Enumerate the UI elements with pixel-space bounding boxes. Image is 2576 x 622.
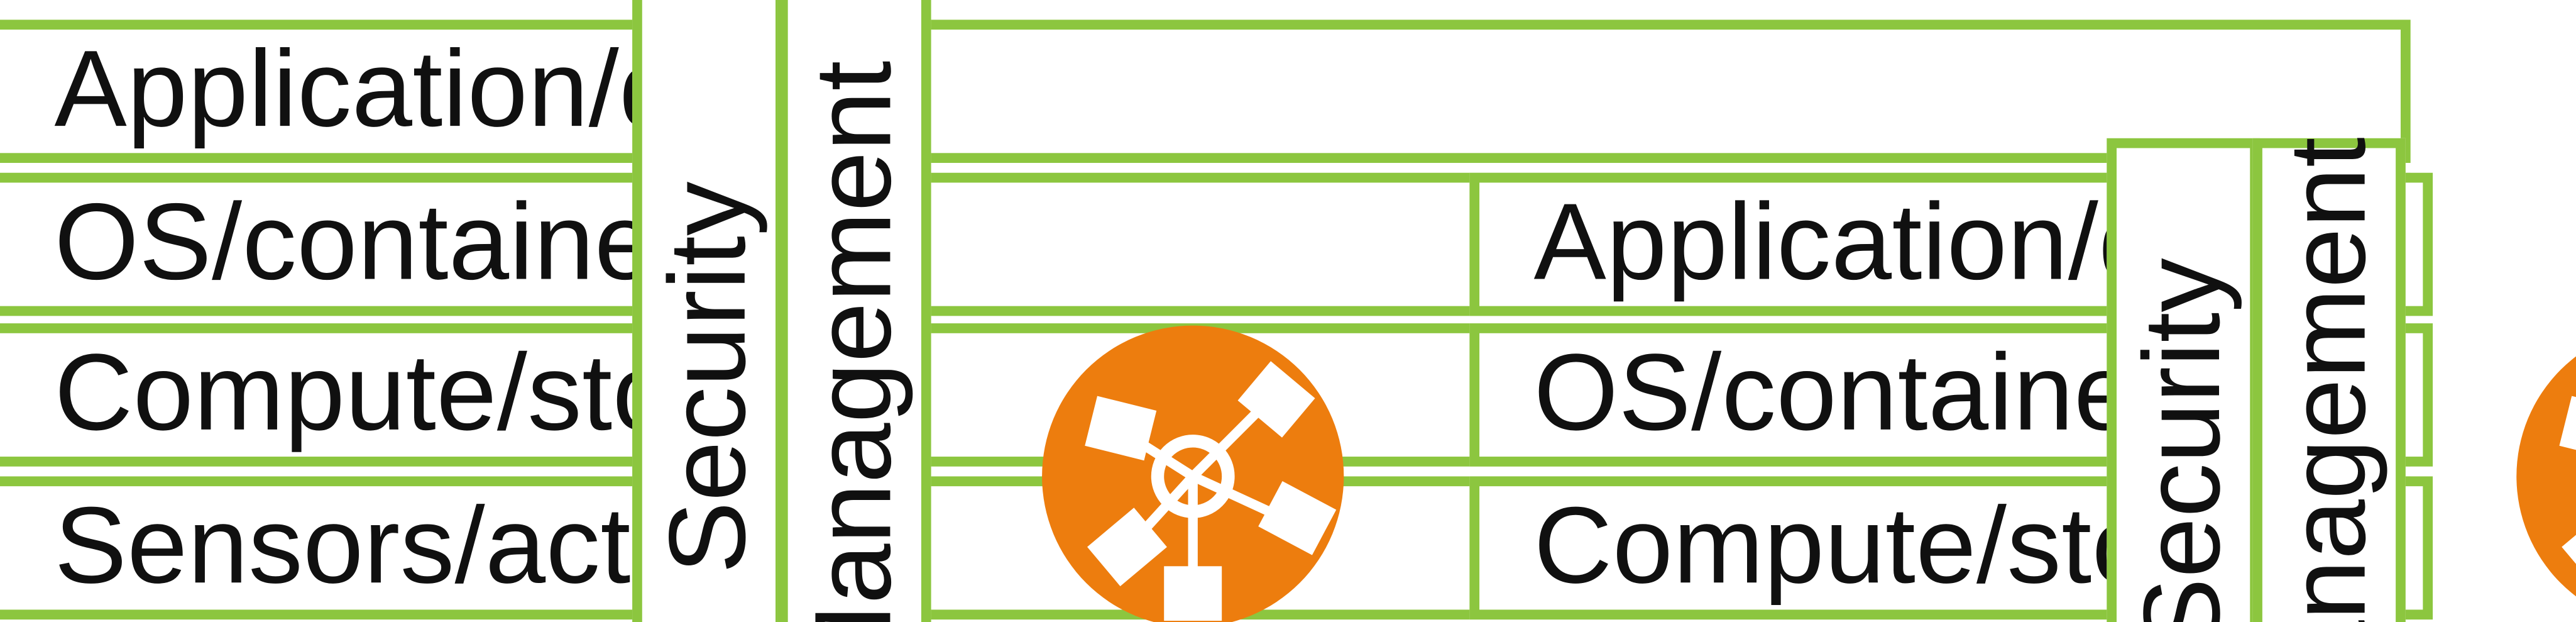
layer-label: OS/container	[1533, 333, 2171, 455]
pillar-box-device-security[interactable]: Security	[632, 0, 786, 622]
pillar-label: Management	[2267, 137, 2389, 622]
pillar-box-device-management[interactable]: Management	[777, 0, 931, 622]
network-hub-icon	[1033, 316, 1354, 622]
layer-label: OS/container	[54, 182, 692, 304]
network-hub-icon	[2507, 316, 2576, 622]
diagram-canvas: Application/data OS/container Compute/st…	[0, 0, 2576, 622]
pillar-box-edge-management[interactable]: Management	[2252, 137, 2406, 622]
layer-box-device-application-data[interactable]: Application/data	[0, 19, 2411, 164]
pillar-label: Security	[647, 181, 769, 574]
pillar-label: Security	[2121, 258, 2243, 622]
pillar-box-edge-security[interactable]: Security	[2107, 138, 2260, 622]
pillar-label: Management	[792, 60, 914, 622]
